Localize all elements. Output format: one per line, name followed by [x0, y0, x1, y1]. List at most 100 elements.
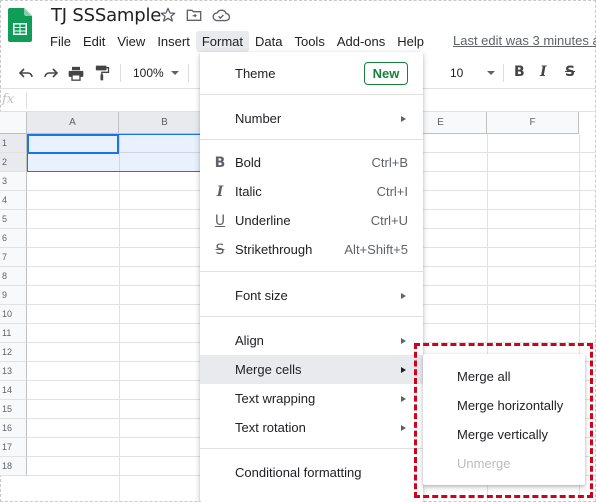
menu-item-shortcut: Ctrl+I	[376, 184, 408, 199]
menu-item-text-rotation[interactable]: Text rotation	[200, 413, 423, 442]
row-header-17[interactable]: 17	[0, 438, 27, 457]
strikethrough-icon: S	[215, 241, 225, 258]
document-title[interactable]: TJ SSSample	[51, 5, 161, 26]
menu-item-label: Underline	[235, 213, 291, 228]
new-badge: New	[364, 62, 408, 85]
menu-item-shortcut: Ctrl+U	[370, 213, 408, 228]
menubar: File Edit View Insert Format Data Tools …	[44, 30, 430, 52]
row-header-3[interactable]: 3	[0, 172, 27, 191]
menu-format[interactable]: Format	[195, 30, 249, 52]
row-header-5[interactable]: 5	[0, 210, 27, 229]
row-header-2[interactable]: 2	[0, 153, 27, 172]
menu-view[interactable]: View	[111, 31, 151, 52]
submenu-arrow-icon	[401, 366, 406, 373]
strikethrough-icon[interactable]: S	[565, 64, 575, 80]
row-header-6[interactable]: 6	[0, 229, 27, 248]
title-icons	[160, 7, 230, 23]
redo-icon[interactable]	[42, 64, 60, 82]
menu-item-font-size[interactable]: Font size	[200, 281, 423, 310]
menu-item-label: Font size	[235, 288, 288, 303]
menu-item-align[interactable]: Align	[200, 326, 423, 355]
last-edit-link[interactable]: Last edit was 3 minutes ago	[453, 33, 596, 48]
menu-item-bold[interactable]: B Bold Ctrl+B	[200, 148, 423, 177]
menu-item-label: Text rotation	[235, 420, 306, 435]
move-to-folder-icon[interactable]	[186, 7, 202, 23]
menu-item-label: Align	[235, 333, 264, 348]
star-icon[interactable]	[160, 7, 176, 23]
row-header-16[interactable]: 16	[0, 419, 27, 438]
row-header-7[interactable]: 7	[0, 248, 27, 267]
menu-item-merge-cells[interactable]: Merge cells	[200, 355, 423, 384]
zoom-caret-icon[interactable]	[171, 71, 179, 75]
menu-item-label: Theme	[235, 66, 276, 81]
toolbar-divider	[120, 64, 121, 82]
formula-divider	[26, 92, 27, 109]
row-header-13[interactable]: 13	[0, 362, 27, 381]
submenu-arrow-icon	[401, 424, 406, 431]
menu-insert[interactable]: Insert	[151, 31, 196, 52]
bold-icon[interactable]: B	[514, 64, 525, 80]
menu-divider	[200, 316, 423, 317]
row-header-10[interactable]: 10	[0, 305, 27, 324]
undo-icon[interactable]	[17, 64, 35, 82]
row-header-9[interactable]: 9	[0, 286, 27, 305]
menu-file[interactable]: File	[44, 31, 77, 52]
print-icon[interactable]	[67, 64, 85, 82]
menu-edit[interactable]: Edit	[77, 31, 111, 52]
menu-divider	[200, 139, 423, 140]
menu-divider	[200, 448, 423, 449]
row-header-15[interactable]: 15	[0, 400, 27, 419]
menu-item-conditional-formatting[interactable]: Conditional formatting	[200, 458, 423, 487]
menu-item-text-wrapping[interactable]: Text wrapping	[200, 384, 423, 413]
select-all-corner[interactable]	[0, 112, 27, 134]
menu-item-label: Conditional formatting	[235, 465, 362, 480]
font-size-caret-icon[interactable]	[487, 71, 495, 75]
row-header-14[interactable]: 14	[0, 381, 27, 400]
menu-item-italic[interactable]: I Italic Ctrl+I	[200, 177, 423, 206]
italic-icon[interactable]: I	[540, 64, 547, 80]
menu-help[interactable]: Help	[391, 31, 430, 52]
row-header-12[interactable]: 12	[0, 343, 27, 362]
submenu-arrow-icon	[401, 115, 406, 122]
column-header-f[interactable]: F	[487, 112, 579, 134]
submenu-arrow-icon	[401, 292, 406, 299]
menu-item-shortcut: Ctrl+B	[371, 155, 408, 170]
column-header-a[interactable]: A	[27, 112, 119, 134]
row-header-18[interactable]: 18	[0, 457, 27, 476]
menu-item-label: Number	[235, 111, 282, 126]
toolbar-divider	[503, 64, 504, 82]
submenu-arrow-icon	[401, 395, 406, 402]
menu-item-shortcut: Alt+Shift+5	[344, 242, 408, 257]
menu-item-underline[interactable]: U Underline Ctrl+U	[200, 206, 423, 235]
row-header-8[interactable]: 8	[0, 267, 27, 286]
menu-item-label: Text wrapping	[235, 391, 316, 406]
row-header-4[interactable]: 4	[0, 191, 27, 210]
menu-item-label: Merge cells	[235, 362, 302, 377]
toolbar-divider	[188, 64, 189, 82]
italic-icon: I	[216, 183, 224, 200]
menu-item-number[interactable]: Number	[200, 104, 423, 133]
row-header-11[interactable]: 11	[0, 324, 27, 343]
menu-addons[interactable]: Add-ons	[331, 31, 391, 52]
fx-icon: fx	[2, 92, 15, 107]
underline-icon: U	[214, 212, 226, 229]
cloud-status-icon[interactable]	[212, 7, 230, 23]
menu-item-strikethrough[interactable]: S Strikethrough Alt+Shift+5	[200, 235, 423, 264]
menu-data[interactable]: Data	[249, 31, 288, 52]
submenu-arrow-icon	[401, 337, 406, 344]
format-menu: Theme New Number B Bold Ctrl+B I Italic …	[200, 52, 423, 502]
active-cell[interactable]	[27, 134, 119, 154]
menu-divider	[200, 271, 423, 272]
menu-divider	[200, 94, 423, 95]
bold-icon: B	[214, 154, 226, 171]
column-header-b[interactable]: B	[119, 112, 211, 134]
menu-item-label: Strikethrough	[235, 242, 313, 257]
zoom-select[interactable]: 100%	[133, 66, 164, 80]
paint-format-icon[interactable]	[93, 64, 111, 82]
highlight-annotation-box	[414, 343, 593, 498]
menu-tools[interactable]: Tools	[288, 31, 330, 52]
row-header-1[interactable]: 1	[0, 134, 27, 153]
font-size-select[interactable]: 10	[450, 66, 463, 80]
sheets-logo-icon[interactable]	[8, 8, 32, 42]
menu-item-label: Bold	[235, 155, 262, 170]
